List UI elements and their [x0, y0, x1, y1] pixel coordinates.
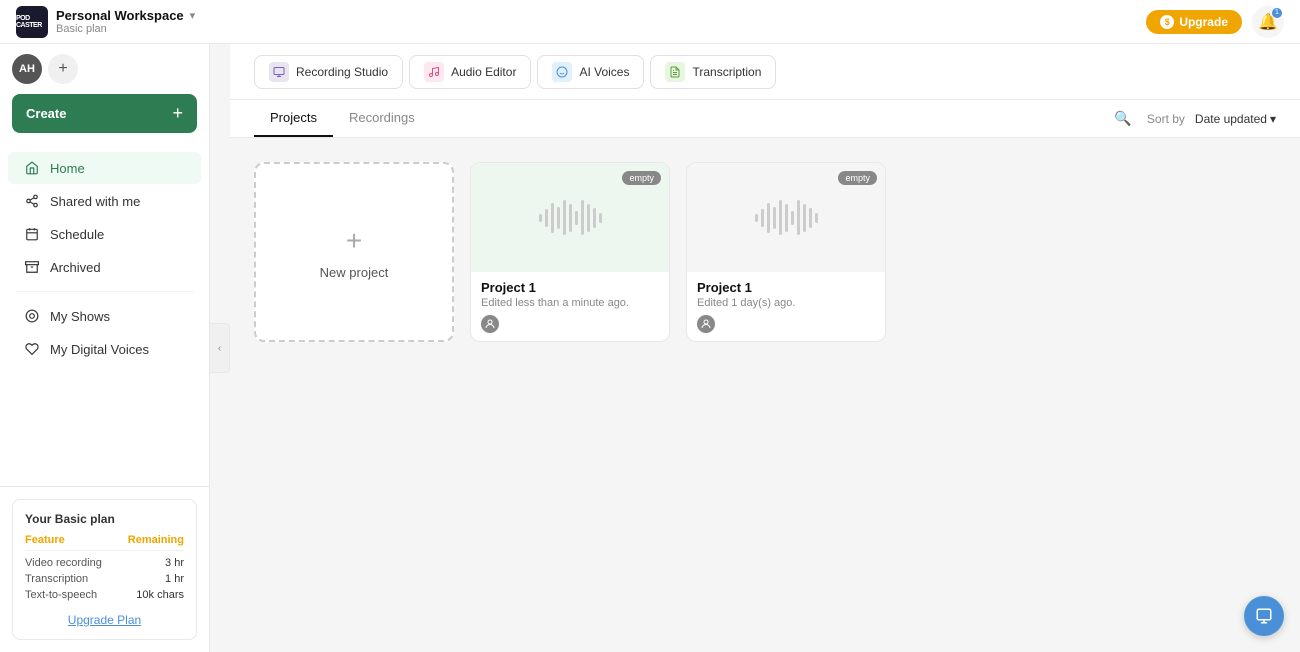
project-card-1[interactable]: empty Project 1 Edited less than a minut… — [470, 162, 670, 342]
upgrade-plan-link[interactable]: Upgrade Plan — [25, 613, 184, 627]
audio-editor-icon — [424, 62, 444, 82]
tabs: Projects Recordings — [254, 100, 431, 137]
tab-recordings[interactable]: Recordings — [333, 100, 431, 137]
workspace-chevron-icon: ▾ — [190, 9, 196, 22]
card-date-2: Edited 1 day(s) ago. — [697, 297, 875, 309]
search-button[interactable]: 🔍 — [1109, 105, 1137, 133]
nav-divider — [16, 291, 193, 292]
schedule-icon — [24, 226, 40, 242]
card-avatar-1 — [481, 315, 499, 333]
sidebar-add-button[interactable]: + — [48, 54, 78, 84]
sidebar-item-home[interactable]: Home — [8, 152, 201, 184]
plan-title: Your Basic plan — [25, 512, 184, 526]
recording-studio-icon — [269, 62, 289, 82]
plan-row-tts: Text-to-speech 10k chars — [25, 587, 184, 603]
audio-editor-button[interactable]: Audio Editor — [409, 55, 531, 89]
coin-icon: $ — [1160, 15, 1174, 29]
search-sort-area: 🔍 Sort by Date updated ▾ — [1109, 105, 1276, 133]
sidebar-item-shared[interactable]: Shared with me — [8, 185, 201, 217]
topbar-right: $ Upgrade 🔔 1 — [1146, 6, 1284, 38]
create-plus-icon: + — [172, 103, 183, 124]
tabs-row: Projects Recordings 🔍 Sort by Date updat… — [230, 100, 1300, 138]
new-project-card[interactable]: + New project — [254, 162, 454, 342]
card-thumbnail-2: empty — [687, 163, 885, 272]
transcription-button[interactable]: Transcription — [650, 55, 776, 89]
sort-value[interactable]: Date updated ▾ — [1195, 112, 1276, 126]
plan-row-transcription: Transcription 1 hr — [25, 571, 184, 587]
shows-icon — [24, 308, 40, 324]
waveform-icon-1 — [539, 198, 602, 238]
tab-projects[interactable]: Projects — [254, 100, 333, 137]
sort-label: Sort by — [1147, 112, 1185, 126]
workspace-name: Personal Workspace — [56, 8, 184, 23]
waveform-icon-2 — [755, 198, 818, 238]
card-info-2: Project 1 Edited 1 day(s) ago. — [687, 272, 885, 341]
sidebar: AH + Create + Home Shared with me — [0, 44, 210, 652]
plan-table-header: Feature Remaining — [25, 534, 184, 551]
content-area: Recording Studio Audio Editor AI Voices … — [230, 44, 1300, 652]
plan-box: Your Basic plan Feature Remaining Video … — [12, 499, 197, 640]
card-title-2: Project 1 — [697, 280, 875, 295]
notif-badge: 1 — [1272, 8, 1282, 18]
card-date-1: Edited less than a minute ago. — [481, 297, 659, 309]
transcription-icon — [665, 62, 685, 82]
voices-icon — [24, 341, 40, 357]
ai-voices-button[interactable]: AI Voices — [537, 55, 644, 89]
card-info-1: Project 1 Edited less than a minute ago. — [471, 272, 669, 341]
upgrade-button[interactable]: $ Upgrade — [1146, 10, 1242, 34]
sidebar-item-myvoices[interactable]: My Digital Voices — [8, 333, 201, 365]
avatar: AH — [12, 54, 42, 84]
sidebar-collapse-button[interactable]: ‹ — [210, 323, 230, 373]
new-project-plus-icon: + — [346, 225, 362, 257]
card-avatar-2 — [697, 315, 715, 333]
sidebar-bottom: Your Basic plan Feature Remaining Video … — [0, 486, 209, 652]
ai-voices-icon — [552, 62, 572, 82]
card-thumbnail-1: empty — [471, 163, 669, 272]
card-title-1: Project 1 — [481, 280, 659, 295]
sidebar-item-schedule[interactable]: Schedule — [8, 218, 201, 250]
sidebar-nav: Home Shared with me Schedule Archived — [0, 143, 209, 486]
create-section: Create + — [0, 94, 209, 143]
sidebar-item-myshows[interactable]: My Shows — [8, 300, 201, 332]
topbar: POD CASTER Personal Workspace ▾ Basic pl… — [0, 0, 1300, 44]
shared-icon — [24, 193, 40, 209]
sidebar-item-archived[interactable]: Archived — [8, 251, 201, 283]
recording-studio-button[interactable]: Recording Studio — [254, 55, 403, 89]
plan-row-video: Video recording 3 hr — [25, 555, 184, 571]
projects-area: + New project — [230, 138, 1300, 652]
home-icon — [24, 160, 40, 176]
plan-table: Feature Remaining Video recording 3 hr T… — [25, 534, 184, 603]
logo: POD CASTER — [16, 6, 48, 38]
topbar-left: POD CASTER Personal Workspace ▾ Basic pl… — [16, 6, 195, 38]
empty-badge-1: empty — [622, 171, 661, 185]
project-card-2[interactable]: empty Project 1 Edited 1 day(s) ago. — [686, 162, 886, 342]
sort-chevron-icon: ▾ — [1270, 112, 1276, 126]
chat-widget-button[interactable] — [1244, 596, 1284, 636]
empty-badge-2: empty — [838, 171, 877, 185]
workspace-plan: Basic plan — [56, 23, 195, 35]
sidebar-top-row: AH + — [0, 44, 209, 94]
create-button[interactable]: Create + — [12, 94, 197, 133]
workspace-info: Personal Workspace ▾ Basic plan — [56, 8, 195, 35]
tools-bar: Recording Studio Audio Editor AI Voices … — [230, 44, 1300, 100]
new-project-label: New project — [320, 265, 389, 280]
notifications-button[interactable]: 🔔 1 — [1252, 6, 1284, 38]
archive-icon — [24, 259, 40, 275]
main-layout: AH + Create + Home Shared with me — [0, 44, 1300, 652]
